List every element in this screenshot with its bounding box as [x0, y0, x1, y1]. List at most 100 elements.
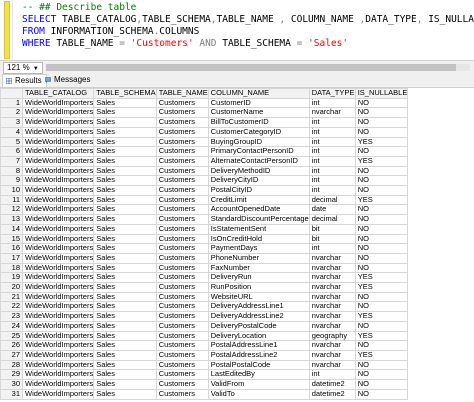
table-cell[interactable]: int: [308, 175, 356, 187]
table-row[interactable]: 9 WideWorldImporters Sales Customers Deliver…: [0, 175, 409, 187]
table-cell[interactable]: Customers: [155, 204, 209, 216]
table-cell[interactable]: Customers: [155, 185, 209, 196]
table-cell[interactable]: Sales: [93, 175, 157, 187]
table-cell[interactable]: nvarchar: [308, 262, 356, 274]
table-cell[interactable]: Sales: [93, 146, 157, 157]
table-cell[interactable]: nvarchar: [308, 291, 356, 303]
table-cell[interactable]: WideWorldImporters: [21, 291, 95, 303]
table-cell[interactable]: PostalAddressLine2: [207, 349, 310, 361]
table-cell[interactable]: Customers: [155, 282, 209, 293]
table-cell[interactable]: int: [308, 97, 356, 109]
table-cell[interactable]: Sales: [93, 282, 157, 293]
table-cell[interactable]: NO: [354, 185, 409, 196]
table-cell[interactable]: WideWorldImporters: [21, 379, 95, 390]
table-cell[interactable]: Customers: [155, 349, 209, 361]
table-row[interactable]: 5 WideWorldImporters Sales Customers BuyingG…: [0, 136, 409, 148]
table-cell[interactable]: Sales: [93, 97, 157, 109]
table-cell[interactable]: Sales: [93, 301, 157, 313]
table-cell[interactable]: WideWorldImporters: [21, 340, 95, 351]
table-cell[interactable]: WideWorldImporters: [21, 146, 95, 157]
table-cell[interactable]: Sales: [93, 126, 157, 138]
code-line[interactable]: FROM INFORMATION_SCHEMA.COLUMNS: [22, 26, 474, 38]
table-cell[interactable]: WideWorldImporters: [21, 262, 95, 274]
table-cell[interactable]: WideWorldImporters: [21, 301, 95, 313]
table-cell[interactable]: DeliveryAddressLine2: [207, 311, 310, 322]
table-cell[interactable]: WebsiteURL: [207, 291, 310, 303]
table-cell[interactable]: DeliveryAddressLine1: [207, 301, 310, 313]
table-cell[interactable]: Customers: [155, 214, 209, 225]
table-row[interactable]: 10 WideWorldImporters Sales Customers Postal…: [0, 185, 409, 196]
row-number[interactable]: 22: [0, 301, 23, 313]
table-cell[interactable]: BuyingGroupID: [207, 136, 310, 148]
table-cell[interactable]: AccountOpenedDate: [207, 204, 310, 216]
row-number[interactable]: 10: [0, 185, 23, 196]
table-cell[interactable]: nvarchar: [308, 301, 356, 313]
table-cell[interactable]: WideWorldImporters: [21, 185, 95, 196]
table-cell[interactable]: FaxNumber: [207, 262, 310, 274]
table-cell[interactable]: DeliveryMethodID: [207, 165, 310, 177]
table-cell[interactable]: bit: [308, 223, 356, 235]
column-header[interactable]: TABLE_SCHEMA: [93, 88, 157, 99]
table-row[interactable]: 15 WideWorldImporters Sales Customers IsOnCr…: [0, 233, 409, 245]
table-cell[interactable]: Customers: [155, 311, 209, 322]
table-cell[interactable]: NO: [354, 252, 409, 264]
table-row[interactable]: 18 WideWorldImporters Sales Customers FaxNum…: [0, 262, 409, 274]
table-cell[interactable]: CustomerID: [207, 97, 310, 109]
table-cell[interactable]: geography: [308, 330, 356, 342]
table-cell[interactable]: Customers: [155, 223, 209, 235]
table-cell[interactable]: Sales: [93, 262, 157, 274]
table-cell[interactable]: decimal: [308, 214, 356, 225]
code-line[interactable]: -- ## Describe table: [22, 2, 474, 14]
table-cell[interactable]: Customers: [155, 194, 209, 206]
query-text[interactable]: -- ## Describe table SELECT TABLE_CATALOG…: [22, 2, 474, 50]
table-cell[interactable]: WideWorldImporters: [21, 214, 95, 225]
table-cell[interactable]: YES: [354, 330, 409, 342]
table-cell[interactable]: Customers: [155, 301, 209, 313]
code-line[interactable]: SELECT TABLE_CATALOG,TABLE_SCHEMA,TABLE_…: [22, 14, 474, 26]
table-cell[interactable]: Sales: [93, 204, 157, 216]
row-number[interactable]: 15: [0, 233, 23, 245]
row-number[interactable]: 19: [0, 272, 23, 284]
table-cell[interactable]: Sales: [93, 194, 157, 206]
table-cell[interactable]: Sales: [93, 223, 157, 235]
table-row[interactable]: 6 WideWorldImporters Sales Customers Primary…: [0, 146, 409, 157]
column-header[interactable]: TABLE_CATALOG: [21, 88, 95, 99]
tab-results[interactable]: Results: [2, 74, 47, 87]
table-cell[interactable]: RunPosition: [207, 282, 310, 293]
table-cell[interactable]: WideWorldImporters: [21, 107, 95, 119]
table-cell[interactable]: datetime2: [308, 388, 356, 400]
table-cell[interactable]: int: [308, 369, 356, 381]
table-cell[interactable]: WideWorldImporters: [21, 282, 95, 293]
table-cell[interactable]: CustomerName: [207, 107, 310, 119]
table-cell[interactable]: Sales: [93, 165, 157, 177]
table-cell[interactable]: NO: [354, 291, 409, 303]
row-number[interactable]: 16: [0, 243, 23, 254]
table-cell[interactable]: Customers: [155, 359, 209, 371]
horizontal-scrollbar[interactable]: [46, 64, 470, 71]
table-cell[interactable]: BillToCustomerID: [207, 117, 310, 128]
table-cell[interactable]: WideWorldImporters: [21, 272, 95, 284]
table-cell[interactable]: Sales: [93, 320, 157, 332]
table-cell[interactable]: Customers: [155, 155, 209, 167]
table-cell[interactable]: WideWorldImporters: [21, 97, 95, 109]
table-cell[interactable]: Customers: [155, 165, 209, 177]
table-cell[interactable]: Sales: [93, 291, 157, 303]
table-cell[interactable]: PhoneNumber: [207, 252, 310, 264]
table-row[interactable]: 19 WideWorldImporters Sales Customers Delive…: [0, 272, 409, 284]
table-cell[interactable]: YES: [354, 155, 409, 167]
zoom-dropdown[interactable]: 121 % ▼: [3, 62, 43, 74]
table-cell[interactable]: NO: [354, 388, 409, 400]
table-cell[interactable]: Sales: [93, 214, 157, 225]
table-row[interactable]: 21 WideWorldImporters Sales Customers Websit…: [0, 291, 409, 303]
table-row[interactable]: 31 WideWorldImporters Sales Customers ValidT…: [0, 388, 409, 400]
table-cell[interactable]: NO: [354, 379, 409, 390]
table-cell[interactable]: NO: [354, 107, 409, 119]
table-cell[interactable]: Customers: [155, 291, 209, 303]
column-header[interactable]: TABLE_NAME: [155, 88, 209, 99]
table-cell[interactable]: Customers: [155, 388, 209, 400]
table-cell[interactable]: Sales: [93, 369, 157, 381]
table-cell[interactable]: int: [308, 126, 356, 138]
code-line[interactable]: WHERE TABLE_NAME = 'Customers' AND TABLE…: [22, 38, 474, 50]
table-cell[interactable]: nvarchar: [308, 340, 356, 351]
row-number[interactable]: 2: [0, 107, 23, 119]
